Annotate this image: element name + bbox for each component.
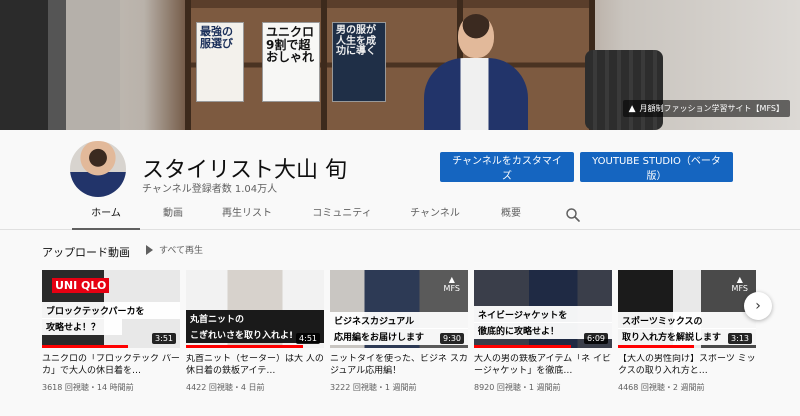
banner-suitcase (585, 50, 663, 130)
banner-person (420, 14, 530, 130)
video-overlay-text: ブロックテックパーカを (42, 302, 180, 319)
banner-jackets (0, 0, 120, 130)
video-title[interactable]: 【大人の男性向け】スポーツ ミックスの取り入れ方と… (618, 354, 756, 378)
customize-channel-button[interactable]: チャンネルをカスタマイズ (440, 152, 574, 182)
uploads-section: アップロード動画 すべて再生 UNI QLO ブロックテックパーカを 攻略せよ！… (0, 230, 800, 416)
channel-header: スタイリスト大山 旬 チャンネル登録者数 1.04万人 チャンネルをカスタマイズ… (0, 130, 800, 200)
watch-progress-bar (618, 345, 694, 348)
video-meta: 8920 回視聴・1 週間前 (474, 383, 561, 392)
play-icon (146, 244, 153, 255)
next-arrow-button[interactable]: › (744, 292, 772, 320)
video-thumbnail[interactable]: ▲ MFS ビジネスカジュアル 応用編をお届けします 9:30 (330, 270, 468, 348)
video-duration: 6:09 (584, 333, 608, 344)
youtube-studio-button[interactable]: YOUTUBE STUDIO（ベータ版） (580, 152, 733, 182)
banner-book: 男の服が人生を成功に導く (332, 22, 386, 102)
banner-link-label: 月額制ファッション学習サイト【MFS】 (639, 104, 784, 113)
mfs-logo-icon: ▲ (628, 103, 636, 114)
subscriber-count: チャンネル登録者数 1.04万人 (142, 184, 278, 195)
tab-videos[interactable]: 動画 (150, 200, 196, 230)
mfs-logo-icon: ▲ MFS (731, 275, 748, 293)
watch-progress-bar (186, 345, 304, 348)
channel-banner: 最強の服選び ユニクロ9割で超おしゃれ 男の服が人生を成功に導く ▲ 月額制ファ… (0, 0, 800, 130)
video-thumbnail[interactable]: ▲ MFS スポーツミックスの 取り入れ方を解説します 3:13 (618, 270, 756, 348)
video-thumbnail[interactable]: UNI QLO ブロックテックパーカを 攻略せよ！？ 3:51 (42, 270, 180, 348)
video-overlay-text: ネイビージャケットを (474, 306, 612, 323)
tab-playlists[interactable]: 再生リスト (212, 200, 282, 230)
watch-progress-bar (42, 345, 128, 348)
video-meta: 4422 回視聴・4 日前 (186, 383, 265, 392)
banner-link[interactable]: ▲ 月額制ファッション学習サイト【MFS】 (622, 100, 790, 117)
video-card[interactable]: ネイビージャケットを 徹底的に攻略せよ！ 6:09 大人の男の鉄板アイテム「ネ … (474, 270, 612, 393)
video-duration: 9:30 (440, 333, 464, 344)
watch-progress-bar (474, 345, 571, 348)
video-title[interactable]: ユニクロの「ブロックテック パーカ」で大人の休日着を… (42, 354, 180, 378)
video-card[interactable]: ▲ MFS ビジネスカジュアル 応用編をお届けします 9:30 ニットタイを使った… (330, 270, 468, 393)
tab-about[interactable]: 概要 (490, 200, 532, 230)
banner-book: ユニクロ9割で超おしゃれ (262, 22, 320, 102)
banner-book: 最強の服選び (196, 22, 244, 102)
avatar[interactable] (70, 141, 126, 197)
video-meta: 3618 回視聴・14 時間前 (42, 383, 134, 392)
video-duration: 3:13 (728, 333, 752, 344)
channel-tabs: ホーム 動画 再生リスト コミュニティ チャンネル 概要 (0, 200, 800, 230)
video-title[interactable]: 丸首ニット（セーター）は大 人の休日着の鉄板アイテ… (186, 354, 324, 378)
play-all-label: すべて再生 (159, 246, 204, 256)
video-overlay-text: 攻略せよ！？ (42, 318, 122, 335)
video-card[interactable]: UNI QLO ブロックテックパーカを 攻略せよ！？ 3:51 ユニクロの「ブロ… (42, 270, 180, 393)
video-duration: 4:51 (296, 333, 320, 344)
video-overlay-text: ビジネスカジュアル (330, 312, 468, 329)
video-meta: 4468 回視聴・2 週間前 (618, 383, 705, 392)
video-card[interactable]: 丸首ニットの こぎれいさを取り入れよ! 4:51 丸首ニット（セーター）は大 人… (186, 270, 324, 393)
tab-home[interactable]: ホーム (72, 200, 140, 230)
video-brand-badge: UNI QLO (52, 278, 110, 293)
video-title[interactable]: 大人の男の鉄板アイテム「ネ イビージャケット」を徹底… (474, 354, 612, 378)
video-title[interactable]: ニットタイを使った、ビジネ スカジュアル応用編！ (330, 354, 468, 378)
play-all-button[interactable]: すべて再生 (146, 243, 203, 256)
video-overlay-text: 丸首ニットの (186, 310, 324, 327)
mfs-logo-icon: ▲ MFS (443, 275, 460, 293)
chevron-right-icon: › (755, 298, 761, 314)
banner-shelf (185, 0, 595, 130)
video-meta: 3222 回視聴・1 週間前 (330, 383, 417, 392)
video-duration: 3:51 (152, 333, 176, 344)
tab-channels[interactable]: チャンネル (400, 200, 470, 230)
search-icon[interactable] (564, 206, 582, 224)
tab-community[interactable]: コミュニティ (300, 200, 384, 230)
section-title[interactable]: アップロード動画 (42, 244, 130, 260)
video-card[interactable]: ▲ MFS スポーツミックスの 取り入れ方を解説します 3:13 【大人の男性向け… (618, 270, 756, 393)
video-thumbnail[interactable]: 丸首ニットの こぎれいさを取り入れよ! 4:51 (186, 270, 324, 348)
video-overlay-text: スポーツミックスの (618, 312, 756, 329)
video-thumbnail[interactable]: ネイビージャケットを 徹底的に攻略せよ！ 6:09 (474, 270, 612, 348)
